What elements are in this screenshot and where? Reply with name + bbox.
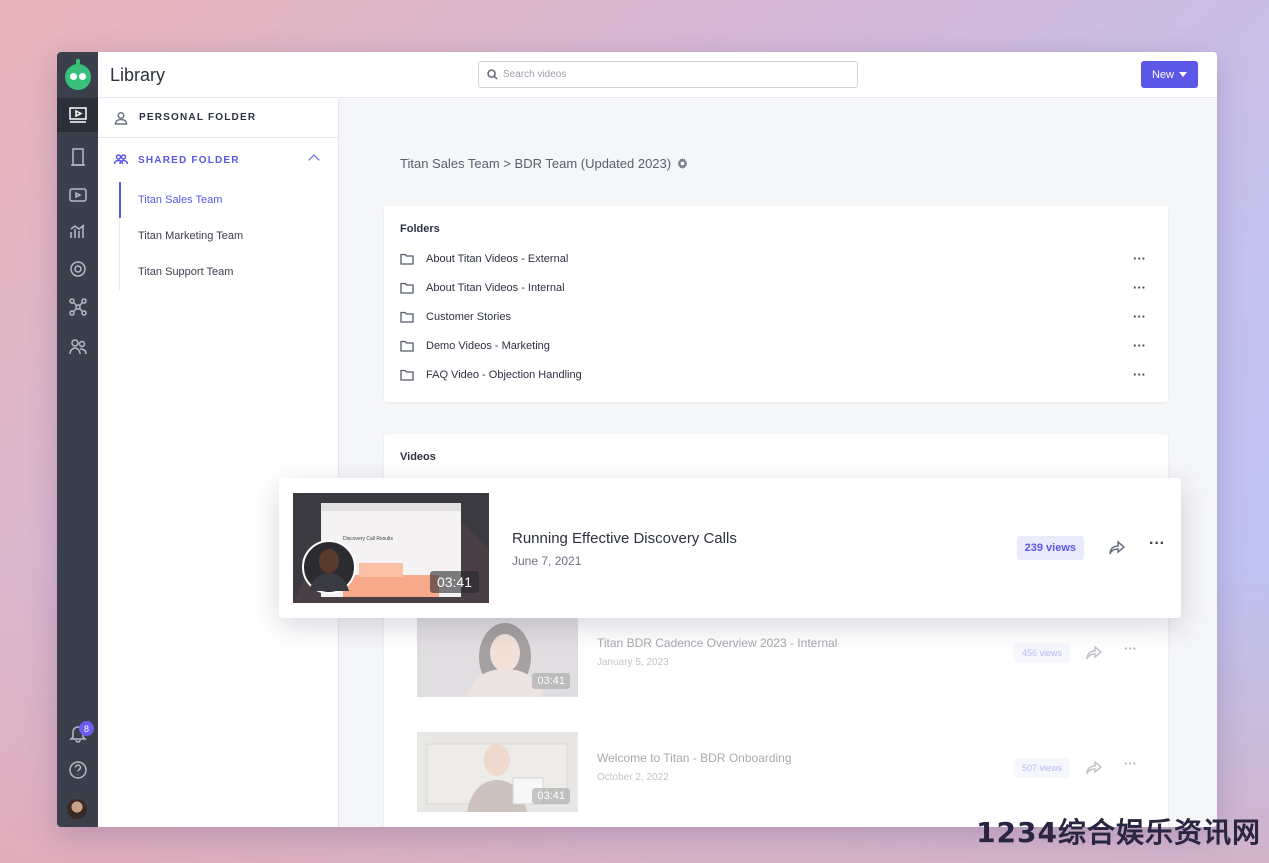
folder-icon xyxy=(400,340,414,352)
video-duration: 03:41 xyxy=(532,673,570,689)
folder-icon xyxy=(400,282,414,294)
team-item[interactable]: Titan Support Team xyxy=(120,254,319,290)
more-icon[interactable]: ··· xyxy=(1133,280,1146,295)
app-window: 8 Library New PERSONAL FOLDER SHARED FOL… xyxy=(57,52,1217,827)
share-icon[interactable] xyxy=(1085,760,1103,781)
breadcrumb-text[interactable]: Titan Sales Team > BDR Team (Updated 202… xyxy=(400,156,671,171)
video-date: January 5, 2023 xyxy=(597,657,669,668)
folder-row[interactable]: About Titan Videos - External ··· xyxy=(400,244,1146,273)
video-title[interactable]: Welcome to Titan - BDR Onboarding xyxy=(597,751,792,765)
video-thumbnail[interactable]: 03:41 xyxy=(417,617,578,697)
views-badge: 456 views xyxy=(1013,643,1070,663)
featured-video-title[interactable]: Running Effective Discovery Calls xyxy=(512,530,737,547)
shared-folder-label: SHARED FOLDER xyxy=(138,154,240,166)
more-icon[interactable]: ··· xyxy=(1124,756,1137,771)
new-button[interactable]: New xyxy=(1141,61,1198,88)
avatar[interactable] xyxy=(67,799,87,819)
analytics-icon[interactable] xyxy=(57,214,98,248)
video-row[interactable]: 03:41 Welcome to Titan - BDR Onboarding … xyxy=(417,732,1168,812)
library-icon[interactable] xyxy=(57,98,98,132)
watermark-text: 1234综合娱乐资讯网 xyxy=(976,816,1261,849)
more-icon[interactable]: ··· xyxy=(1133,309,1146,324)
videos-heading: Videos xyxy=(400,451,436,463)
folder-name: Customer Stories xyxy=(426,310,511,323)
folders-heading: Folders xyxy=(400,223,440,235)
video-duration: 03:41 xyxy=(532,788,570,804)
folder-row[interactable]: Customer Stories ··· xyxy=(400,302,1146,331)
folder-icon xyxy=(400,369,414,381)
network-icon[interactable] xyxy=(57,290,98,324)
folder-name: Demo Videos - Marketing xyxy=(426,339,550,352)
personal-folder-label: PERSONAL FOLDER xyxy=(139,112,257,123)
video-thumbnail[interactable]: 03:41 xyxy=(417,732,578,812)
team-item[interactable]: Titan Sales Team xyxy=(119,182,319,218)
page-title: Library xyxy=(110,65,166,85)
more-icon[interactable]: ··· xyxy=(1124,641,1137,656)
more-icon[interactable]: ··· xyxy=(1133,338,1146,353)
video-row[interactable]: 03:41 Titan BDR Cadence Overview 2023 - … xyxy=(417,617,1168,697)
folder-row[interactable]: Demo Videos - Marketing ··· xyxy=(400,331,1146,360)
chevron-up-icon[interactable] xyxy=(308,154,320,166)
team-icon[interactable] xyxy=(57,330,98,364)
folder-icon xyxy=(400,253,414,265)
video-icon[interactable] xyxy=(57,178,98,212)
shared-folder[interactable]: SHARED FOLDER xyxy=(98,140,338,180)
folder-row[interactable]: FAQ Video - Objection Handling ··· xyxy=(400,360,1146,389)
featured-video-row[interactable]: Discovery Call Results 03:41 Running Eff… xyxy=(279,478,1181,618)
more-icon[interactable]: ··· xyxy=(1133,367,1146,382)
featured-video-date: June 7, 2021 xyxy=(512,554,582,568)
featured-video-thumbnail[interactable]: Discovery Call Results 03:41 xyxy=(293,493,489,603)
team-item[interactable]: Titan Marketing Team xyxy=(120,218,319,254)
search-input[interactable] xyxy=(503,62,843,87)
caret-down-icon xyxy=(1179,72,1187,77)
team-list: Titan Sales Team Titan Marketing Team Ti… xyxy=(119,182,319,290)
users-icon xyxy=(114,154,128,165)
more-icon[interactable]: ··· xyxy=(1133,251,1146,266)
video-duration: 03:41 xyxy=(429,571,479,593)
help-icon[interactable] xyxy=(57,753,98,787)
personal-folder[interactable]: PERSONAL FOLDER xyxy=(98,98,338,138)
share-icon[interactable] xyxy=(1108,540,1126,561)
bell-icon[interactable]: 8 xyxy=(57,716,98,750)
breadcrumb: Titan Sales Team > BDR Team (Updated 202… xyxy=(400,156,688,171)
views-badge: 239 views xyxy=(1016,536,1084,560)
app-logo[interactable] xyxy=(65,59,91,90)
target-icon[interactable] xyxy=(57,252,98,286)
thumb-chart-heading: Discovery Call Results xyxy=(343,536,394,542)
nav-rail: 8 xyxy=(57,52,98,827)
folder-icon xyxy=(400,311,414,323)
views-badge: 507 views xyxy=(1013,758,1070,778)
folder-name: About Titan Videos - External xyxy=(426,252,569,265)
folder-name: FAQ Video - Objection Handling xyxy=(426,368,582,381)
top-bar: Library New xyxy=(98,52,1217,98)
video-date: October 2, 2022 xyxy=(597,772,669,783)
more-icon[interactable]: ··· xyxy=(1149,535,1165,553)
new-button-label: New xyxy=(1151,68,1174,81)
user-icon xyxy=(114,111,128,125)
gear-icon[interactable] xyxy=(677,158,688,169)
folder-name: About Titan Videos - Internal xyxy=(426,281,565,294)
search-icon xyxy=(487,69,498,80)
search-box[interactable] xyxy=(478,61,858,88)
folder-panel: PERSONAL FOLDER SHARED FOLDER Titan Sale… xyxy=(98,98,339,827)
notification-badge: 8 xyxy=(79,721,94,736)
video-title[interactable]: Titan BDR Cadence Overview 2023 - Intern… xyxy=(597,636,837,650)
folder-row[interactable]: About Titan Videos - Internal ··· xyxy=(400,273,1146,302)
main-content: Titan Sales Team > BDR Team (Updated 202… xyxy=(339,98,1217,827)
folders-card: Folders About Titan Videos - External ··… xyxy=(384,206,1168,402)
share-icon[interactable] xyxy=(1085,645,1103,666)
bookmark-icon[interactable] xyxy=(57,140,98,174)
